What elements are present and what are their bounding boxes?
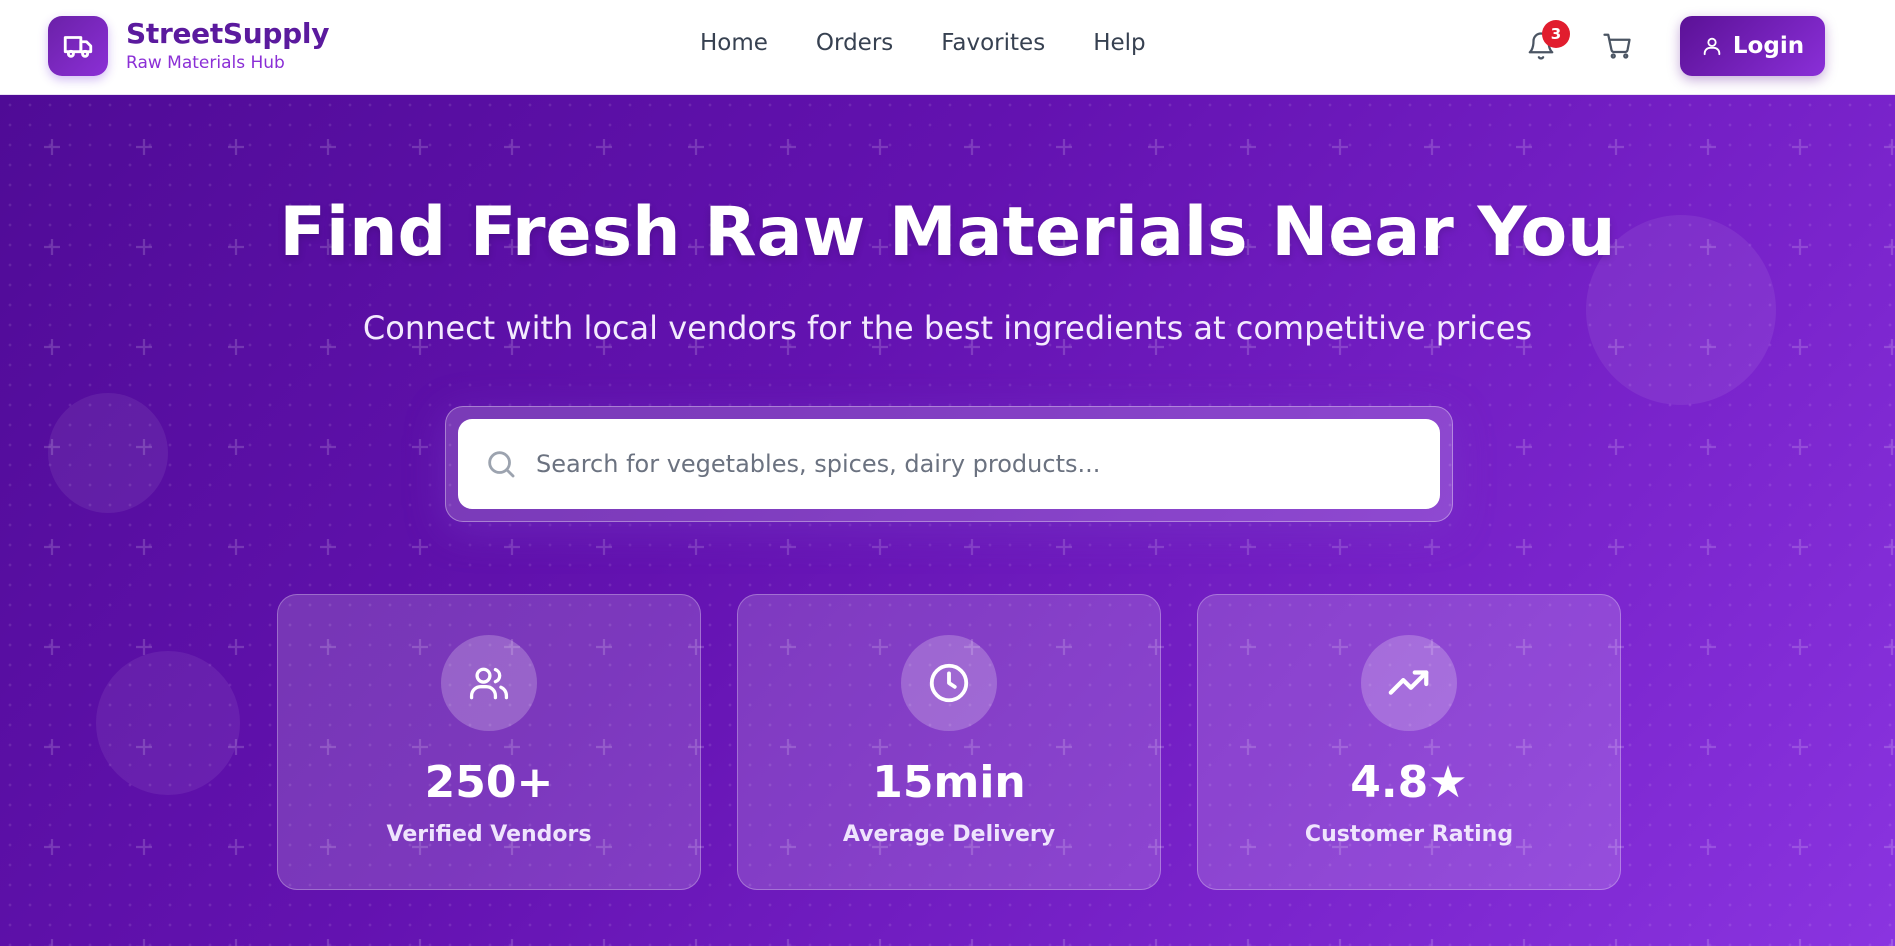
brand[interactable]: StreetSupply Raw Materials Hub xyxy=(48,16,329,76)
stats-row: 250+ Verified Vendors 15min Average Deli… xyxy=(277,594,1657,890)
main-nav: Home Orders Favorites Help xyxy=(700,30,1194,56)
nav-link-orders[interactable]: Orders xyxy=(816,30,893,56)
shopping-cart-icon xyxy=(1603,33,1631,59)
stat-value: 4.8★ xyxy=(1350,757,1468,808)
search-container xyxy=(445,406,1453,522)
notification-count-badge: 3 xyxy=(1542,20,1570,48)
top-navbar: StreetSupply Raw Materials Hub Home Orde… xyxy=(0,0,1895,95)
stat-value: 250+ xyxy=(424,757,554,808)
decorative-circle xyxy=(96,651,240,795)
login-button[interactable]: Login xyxy=(1680,16,1825,76)
nav-link-help[interactable]: Help xyxy=(1093,30,1145,56)
hero-section: Find Fresh Raw Materials Near You Connec… xyxy=(0,95,1895,946)
users-icon xyxy=(441,635,537,731)
user-icon xyxy=(1703,37,1721,56)
hero-title: Find Fresh Raw Materials Near You xyxy=(279,193,1616,272)
stat-value: 15min xyxy=(872,757,1026,808)
notifications-button[interactable]: 3 xyxy=(1518,20,1570,69)
truck-icon xyxy=(48,16,108,76)
stat-card-rating: 4.8★ Customer Rating xyxy=(1197,594,1621,890)
brand-text: StreetSupply Raw Materials Hub xyxy=(126,16,330,74)
nav-link-favorites[interactable]: Favorites xyxy=(941,30,1045,56)
search-input[interactable] xyxy=(536,434,1416,494)
search-icon xyxy=(488,451,515,478)
nav-link-home[interactable]: Home xyxy=(700,30,768,56)
brand-subtitle: Raw Materials Hub xyxy=(126,53,285,74)
clock-icon xyxy=(901,635,997,731)
brand-title: StreetSupply xyxy=(126,16,330,50)
login-label: Login xyxy=(1732,33,1805,59)
stat-card-vendors: 250+ Verified Vendors xyxy=(277,594,701,890)
stat-label: Verified Vendors xyxy=(386,822,592,847)
decorative-circle xyxy=(48,393,168,513)
hero-subtitle: Connect with local vendors for the best … xyxy=(362,309,1533,347)
search-box[interactable] xyxy=(458,419,1440,509)
cart-button[interactable] xyxy=(1594,23,1640,69)
stat-card-delivery: 15min Average Delivery xyxy=(737,594,1161,890)
stat-label: Average Delivery xyxy=(842,822,1056,847)
stat-label: Customer Rating xyxy=(1304,822,1514,847)
nav-actions: 3 Login xyxy=(1518,16,1825,76)
trending-up-icon xyxy=(1361,635,1457,731)
